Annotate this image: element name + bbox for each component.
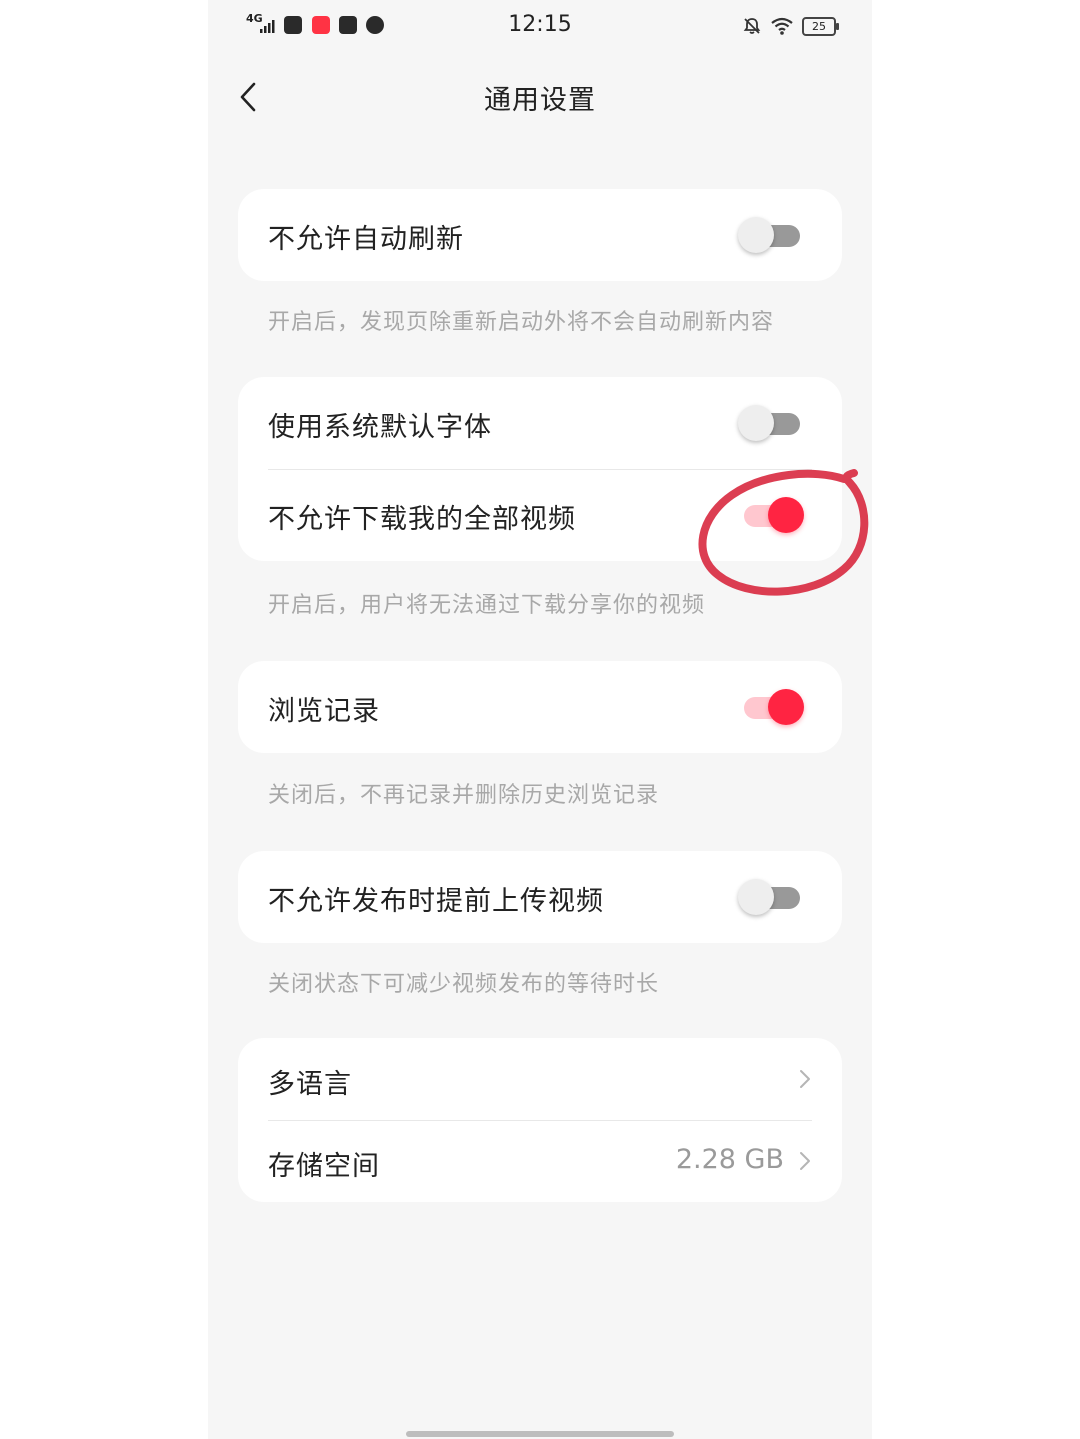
language-label: 多语言 xyxy=(268,1069,352,1100)
auto-refresh-label: 不允许自动刷新 xyxy=(268,224,464,255)
wifi-icon xyxy=(771,17,793,35)
storage-label: 存储空间 xyxy=(268,1151,380,1182)
auto-refresh-row[interactable]: 不允许自动刷新 xyxy=(238,189,842,281)
storage-row[interactable]: 存储空间 2.28 GB xyxy=(238,1120,842,1202)
pre-upload-toggle[interactable] xyxy=(738,879,800,915)
download-videos-label: 不允许下载我的全部视频 xyxy=(268,504,576,535)
storage-value: 2.28 GB xyxy=(675,1144,784,1175)
status-right: 25 xyxy=(742,14,839,38)
row-divider xyxy=(268,1120,812,1121)
page-title: 通用设置 xyxy=(484,85,596,116)
annotation-circle xyxy=(698,469,869,596)
auto-refresh-toggle[interactable] xyxy=(738,217,800,253)
auto-refresh-description: 开启后，发现页除重新启动外将不会自动刷新内容 xyxy=(268,310,775,335)
history-card: 浏览记录 xyxy=(238,661,842,753)
phone-screen: 4G 12:15 25 通用设置 不允许自动刷新 开启后，发现页除重新启动外将不… xyxy=(208,0,872,1439)
mute-bell-icon xyxy=(743,18,761,34)
system-font-row[interactable]: 使用系统默认字体 xyxy=(238,377,842,469)
language-row[interactable]: 多语言 xyxy=(238,1038,842,1120)
browse-history-row[interactable]: 浏览记录 xyxy=(238,661,842,753)
chevron-right-icon xyxy=(800,1070,810,1088)
download-videos-description: 开启后，用户将无法通过下载分享你的视频 xyxy=(268,593,706,618)
pre-upload-label: 不允许发布时提前上传视频 xyxy=(268,886,604,917)
pre-upload-description: 关闭状态下可减少视频发布的等待时长 xyxy=(268,972,660,997)
system-font-label: 使用系统默认字体 xyxy=(268,412,492,443)
home-indicator[interactable] xyxy=(406,1431,674,1437)
pre-upload-card: 不允许发布时提前上传视频 xyxy=(238,851,842,943)
status-bar: 4G 12:15 25 xyxy=(208,0,872,52)
browse-history-description: 关闭后，不再记录并删除历史浏览记录 xyxy=(268,783,660,808)
browse-history-label: 浏览记录 xyxy=(268,696,380,727)
misc-card: 多语言 存储空间 2.28 GB xyxy=(238,1038,842,1202)
chevron-right-icon xyxy=(800,1152,810,1170)
browse-history-toggle[interactable] xyxy=(744,689,804,725)
auto-refresh-card: 不允许自动刷新 xyxy=(238,189,842,281)
battery-icon: 25 xyxy=(802,16,839,36)
system-font-toggle[interactable] xyxy=(738,405,800,441)
pre-upload-row[interactable]: 不允许发布时提前上传视频 xyxy=(238,851,842,943)
